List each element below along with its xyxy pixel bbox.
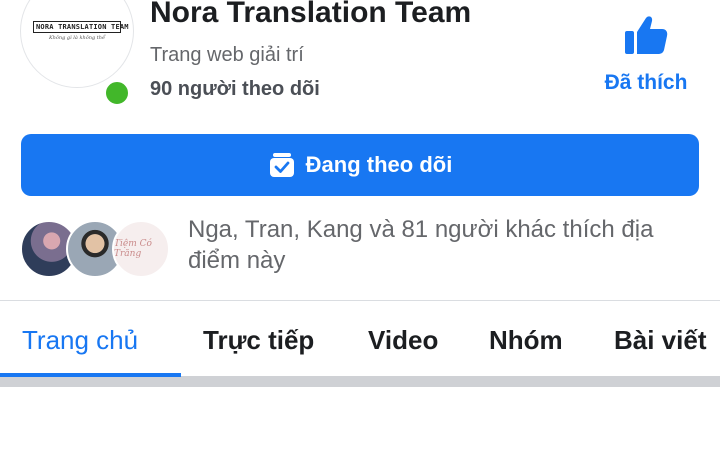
tab-live[interactable]: Trực tiếp [203,325,314,356]
following-button[interactable]: Đang theo dõi [21,134,699,196]
page-category: Trang web giải trí [150,44,304,66]
friend-avatar: Tiệm Có Trăng [112,220,170,278]
active-tab-indicator [0,373,181,377]
liked-button[interactable]: Đã thích [590,14,702,95]
tab-groups[interactable]: Nhóm [489,325,563,356]
tab-video[interactable]: Video [368,325,438,356]
logo-tagline: Không gì là không thể [48,35,106,41]
liked-label: Đã thích [604,71,688,94]
following-button-label: Đang theo dõi [305,152,453,177]
page-title[interactable]: Nora Translation Team [150,0,471,30]
tabs-bottom-bar [0,376,720,387]
follower-count[interactable]: 90 người theo dõi [150,78,320,101]
tab-home[interactable]: Trang chủ [22,325,138,356]
tab-posts[interactable]: Bài viết [614,325,707,356]
friend-avatar-text: Tiệm Có Trăng [114,239,152,259]
friend-avatars[interactable]: Tiệm Có Trăng [20,220,170,278]
logo-text: NORA TRANSLATION TEAM [33,21,129,33]
following-check-icon [268,152,296,178]
online-status-indicator [103,79,131,107]
page-avatar[interactable]: NORA TRANSLATION TEAM Không gì là không … [20,0,134,88]
page-tabs: Trang chủ Trực tiếp Video Nhóm Bài viết [0,301,720,377]
thumbs-up-icon [623,14,669,61]
page-logo: NORA TRANSLATION TEAM Không gì là không … [33,21,129,41]
friends-like-text[interactable]: Nga, Tran, Kang và 81 người khác thích đ… [188,214,708,276]
